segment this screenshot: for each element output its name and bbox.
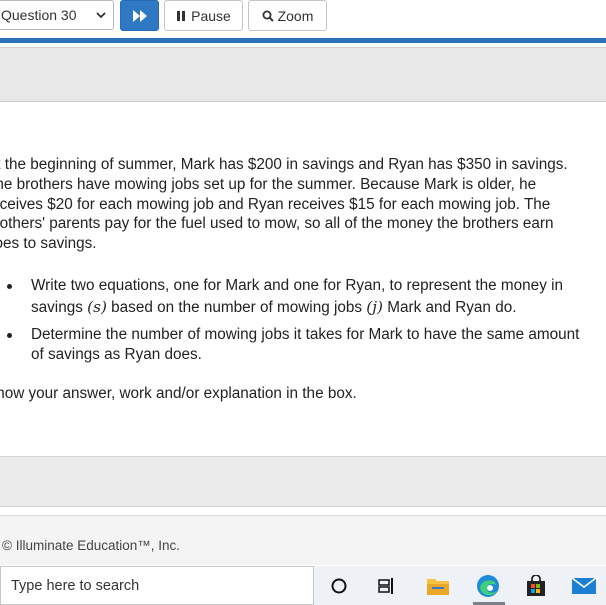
question-footer-band <box>0 456 606 507</box>
fast-forward-icon <box>132 9 147 22</box>
bullet-dot <box>7 284 12 289</box>
magnifier-icon <box>262 10 274 22</box>
question-select-value: Question 30 <box>1 7 77 23</box>
bullet-text: of savings as Ryan does. <box>31 346 202 363</box>
copyright-text: © Illuminate Education™, Inc. <box>2 538 181 553</box>
windows-taskbar: Type here to search <box>0 566 606 605</box>
next-question-button[interactable] <box>120 0 159 31</box>
question-paragraph: At the beginning of summer, Mark has $20… <box>0 155 606 254</box>
mail-icon[interactable] <box>562 566 606 605</box>
edge-browser-icon[interactable] <box>466 566 510 605</box>
paragraph-line: The brothers have mowing jobs set up for… <box>0 175 537 193</box>
bullet-text-part: savings <box>31 299 83 316</box>
paragraph-line: goes to savings. <box>0 235 97 253</box>
zoom-label: Zoom <box>277 7 314 24</box>
math-variable-s: (s) <box>87 298 107 316</box>
search-placeholder: Type here to search <box>11 577 140 594</box>
accent-bar <box>0 38 606 43</box>
pause-label: Pause <box>191 7 231 24</box>
question-content: At the beginning of summer, Mark has $20… <box>0 102 606 456</box>
question-bullets: Write two equations, one for Mark and on… <box>0 276 606 365</box>
bullet-text-part: based on the number of mowing jobs <box>111 299 363 316</box>
paragraph-line: brothers' parents pay for the fuel used … <box>0 215 554 233</box>
bullet-dot <box>7 333 12 338</box>
bullet-text: savings (s) based on the number of mowin… <box>31 296 606 319</box>
paragraph-line: At the beginning of summer, Mark has $20… <box>0 156 568 173</box>
file-explorer-icon[interactable] <box>416 566 460 605</box>
math-variable-j: (j) <box>366 298 383 316</box>
question-select[interactable]: Question 30 <box>0 0 114 30</box>
test-toolbar: Question 30 Pause Zoom <box>0 0 606 38</box>
paragraph-line: receives $20 for each mowing job and Rya… <box>0 195 551 213</box>
cortana-icon[interactable] <box>317 566 361 605</box>
task-view-icon[interactable] <box>365 566 409 605</box>
bullet-text: Write two equations, one for Mark and on… <box>31 277 563 294</box>
bullet-text-part: Mark and Ryan do. <box>387 299 517 316</box>
microsoft-store-icon[interactable] <box>514 566 558 605</box>
pause-button[interactable]: Pause <box>164 0 243 31</box>
zoom-button[interactable]: Zoom <box>248 0 327 31</box>
bullet-text: Determine the number of mowing jobs it t… <box>31 326 580 343</box>
taskbar-search-input[interactable]: Type here to search <box>0 566 314 605</box>
question-header-band <box>0 47 606 102</box>
pause-icon <box>177 10 186 21</box>
bullet-item: Determine the number of mowing jobs it t… <box>0 325 606 365</box>
bullet-item: Write two equations, one for Mark and on… <box>0 276 606 319</box>
answer-instruction: Show your answer, work and/or explanatio… <box>0 385 357 402</box>
chevron-down-icon <box>96 12 106 19</box>
